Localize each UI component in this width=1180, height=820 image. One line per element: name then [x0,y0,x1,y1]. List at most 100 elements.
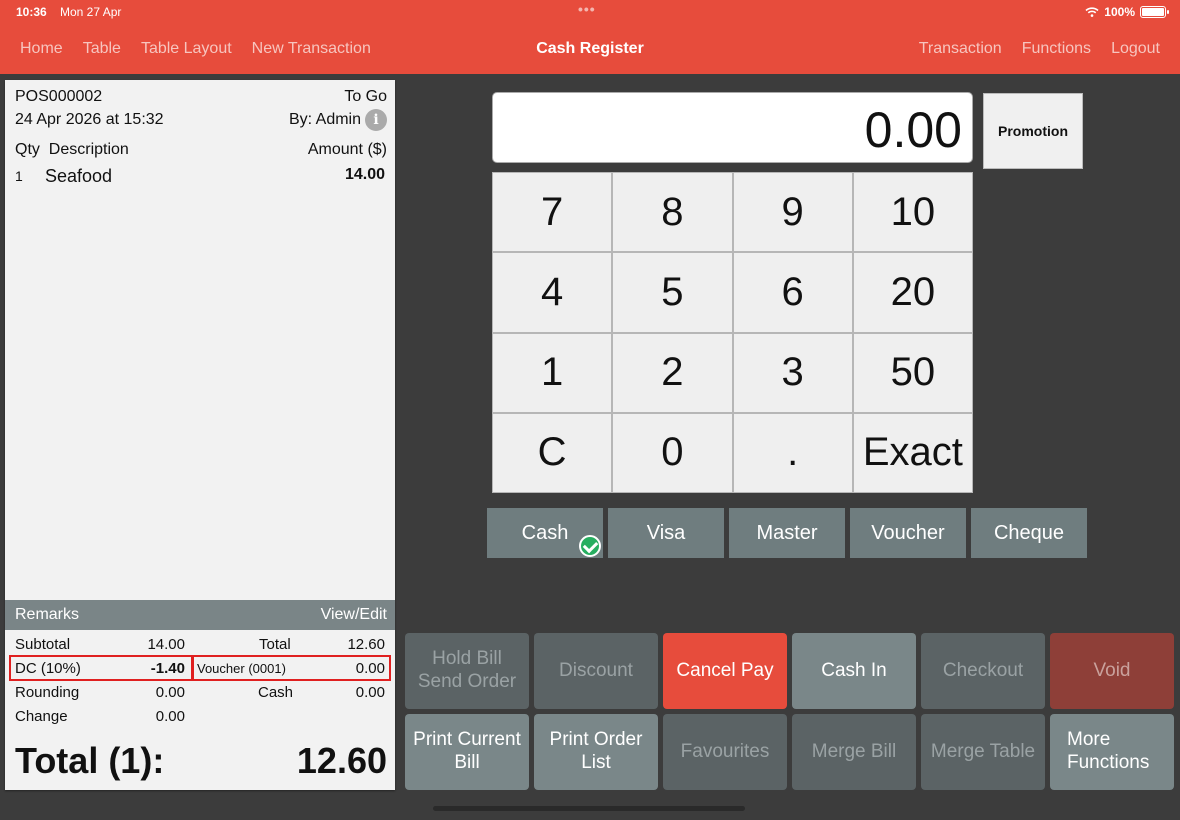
payment-methods: Cash Visa Master Voucher Cheque [487,508,1087,558]
change-value: 0.00 [155,708,185,725]
print-current-bill-button[interactable]: Print Current Bill [405,714,529,790]
nav-logout[interactable]: Logout [1111,40,1160,58]
item-qty: 1 [15,168,23,184]
discount-value: -1.40 [150,660,185,677]
status-bar: 10:36 Mon 27 Apr ••• 100% [0,0,1180,24]
item-amount: 14.00 [344,166,385,183]
merge-table-button[interactable]: Merge Table [921,714,1045,790]
cancel-pay-button[interactable]: Cancel Pay [663,633,787,709]
favourites-button[interactable]: Favourites [663,714,787,790]
key-9[interactable]: 9 [733,173,852,252]
nav-new-transaction[interactable]: New Transaction [252,40,371,58]
remarks-bar[interactable]: Remarks View/Edit [5,600,395,630]
voucher-label: Voucher (0001) [197,661,286,676]
nav-home[interactable]: Home [20,40,63,58]
cash-label: Cash [258,684,294,701]
staff-name: By: Admin [288,111,361,128]
grand-total-label: Total (1): [15,740,165,781]
order-type: To Go [344,88,387,105]
key-4[interactable]: 4 [493,253,612,332]
key-8[interactable]: 8 [613,173,732,252]
column-description: Description [48,141,129,158]
payment-cheque-button[interactable]: Cheque [971,508,1087,558]
info-icon[interactable]: i [365,109,387,131]
total-label: Total [259,636,291,653]
payment-voucher-button[interactable]: Voucher [850,508,966,558]
status-time: 10:36 [16,5,47,19]
key-7[interactable]: 7 [493,173,612,252]
payment-cash-button[interactable]: Cash [487,508,603,558]
battery-percent: 100% [1104,5,1135,19]
merge-bill-button[interactable]: Merge Bill [792,714,916,790]
payment-voucher-label: Voucher [871,521,945,544]
column-amount: Amount ($) [307,141,387,158]
key-0[interactable]: 0 [613,413,732,492]
key-clear[interactable]: C [493,413,612,492]
checkout-button[interactable]: Checkout [921,633,1045,709]
remarks-label: Remarks [15,606,80,623]
key-3[interactable]: 3 [733,333,852,412]
rounding-value: 0.00 [155,684,185,701]
receipt-header-row2: 24 Apr 2026 at 15:32 By: Admin i [15,109,387,131]
key-decimal[interactable]: . [733,413,852,492]
nav-table[interactable]: Table [83,40,121,58]
hold-bill-button[interactable]: Hold Bill Send Order [405,633,529,709]
wifi-icon [1085,7,1099,17]
key-6[interactable]: 6 [733,253,852,332]
status-date: Mon 27 Apr [60,5,122,19]
key-10[interactable]: 10 [853,173,972,252]
key-2[interactable]: 2 [613,333,732,412]
check-icon [579,535,601,557]
promotion-button[interactable]: Promotion [983,93,1083,169]
remarks-view-edit-link[interactable]: View/Edit [321,606,387,624]
key-50[interactable]: 50 [853,333,972,412]
receipt-header-row1: POS000002 To Go [15,88,387,106]
receipt-panel: POS000002 To Go 24 Apr 2026 at 15:32 By:… [5,80,395,790]
home-indicator[interactable] [433,806,745,811]
key-20[interactable]: 20 [853,253,972,332]
cash-in-button[interactable]: Cash In [792,633,916,709]
amount-display: 0.00 [492,92,973,163]
discount-button[interactable]: Discount [534,633,658,709]
rounding-label: Rounding [15,684,80,701]
order-number: POS000002 [15,88,103,105]
payment-master-label: Master [756,521,818,544]
nav-left: Home Table Table Layout New Transaction [20,40,371,58]
page-title: Cash Register [536,40,644,57]
subtotal-value: 14.00 [147,636,185,653]
payment-visa-label: Visa [646,521,686,544]
key-1[interactable]: 1 [493,333,612,412]
void-button[interactable]: Void [1050,633,1174,709]
column-qty-desc: Qty Description [15,141,129,159]
voucher-value: 0.00 [355,660,385,677]
numeric-keypad: 7 8 9 10 4 5 6 20 1 2 3 50 C 0 . Exact [492,172,973,493]
nav-functions[interactable]: Functions [1022,40,1091,58]
multitasking-dots-icon[interactable]: ••• [578,1,596,17]
subtotal-label: Subtotal [15,636,71,653]
order-datetime: 24 Apr 2026 at 15:32 [15,111,164,128]
change-label: Change [15,708,68,725]
staff-info: By: Admin i [289,109,387,131]
item-description: Seafood [45,166,113,186]
item-column-headers: Qty Description Amount ($) [15,141,387,159]
nav-transaction[interactable]: Transaction [919,40,1002,58]
key-exact[interactable]: Exact [853,413,972,492]
print-order-list-button[interactable]: Print Order List [534,714,658,790]
grand-total-value: 12.60 [296,740,387,781]
nav-right: Transaction Functions Logout [919,40,1160,58]
payment-cash-label: Cash [521,521,569,544]
status-right: 100% [1085,5,1169,19]
list-item[interactable]: 1 Seafood 14.00 [15,166,385,188]
payment-visa-button[interactable]: Visa [608,508,724,558]
more-functions-button[interactable]: More Functions [1050,714,1174,790]
nav-table-layout[interactable]: Table Layout [141,40,232,58]
column-qty: Qty [15,141,40,158]
battery-icon [1140,6,1169,18]
discount-label: DC (10%) [15,660,81,677]
grand-total: Total (1): 12.60 [15,740,387,782]
top-bar: 10:36 Mon 27 Apr ••• 100% Home Table Tab… [0,0,1180,74]
total-value: 12.60 [347,636,385,653]
payment-master-button[interactable]: Master [729,508,845,558]
action-buttons: Hold Bill Send Order Discount Cancel Pay… [405,633,1175,790]
key-5[interactable]: 5 [613,253,732,332]
